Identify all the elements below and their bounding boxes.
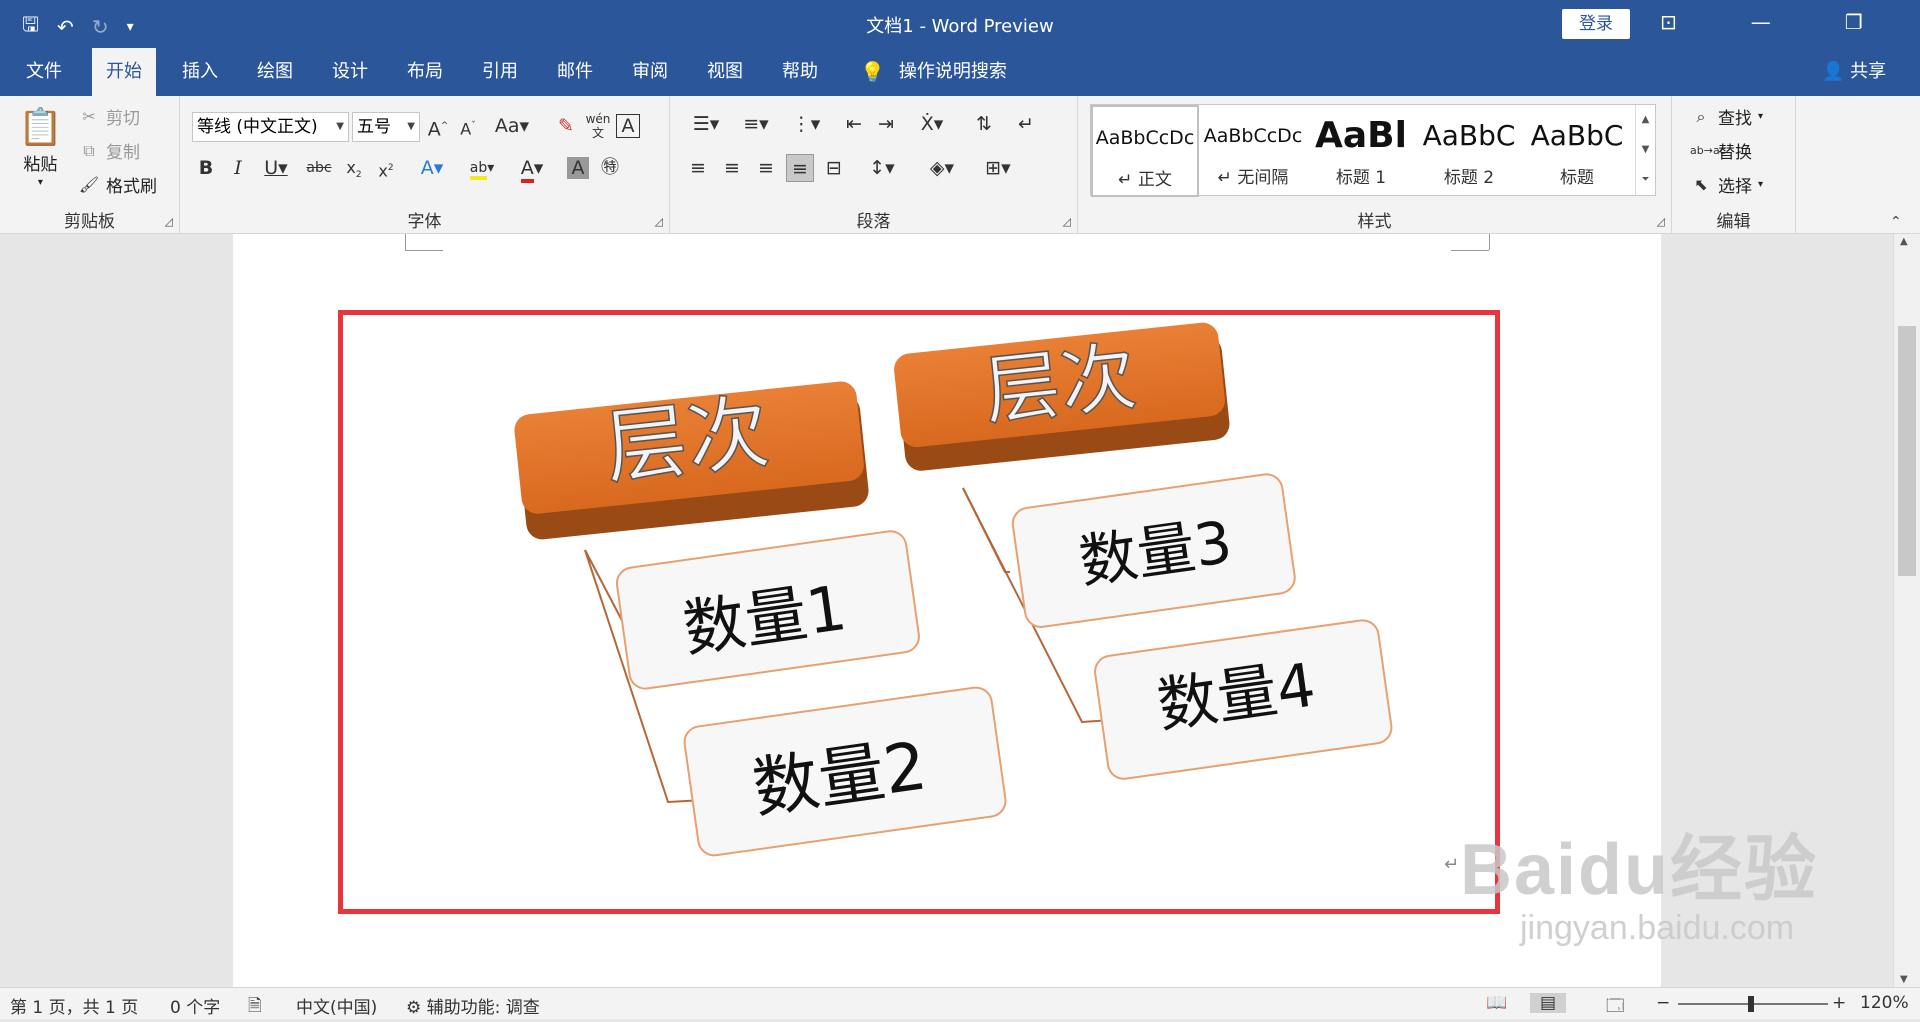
zoom-level[interactable]: 120% — [1860, 993, 1909, 1013]
web-layout-icon[interactable]: 🗔 — [1606, 993, 1624, 1022]
proofing-icon[interactable]: 🗎 — [248, 993, 262, 1022]
zoom-out-icon[interactable]: − — [1656, 993, 1670, 1013]
accessibility-status[interactable]: ⚙ 辅助功能: 调查 — [406, 993, 540, 1018]
watermark-brand: Baidu经验 — [1460, 830, 1819, 910]
print-layout-icon[interactable]: ▤ — [1530, 993, 1567, 1013]
zoom-in-icon[interactable]: + — [1832, 993, 1846, 1013]
scroll-thumb[interactable] — [1898, 326, 1916, 576]
highlight-frame — [338, 310, 1500, 914]
read-mode-icon[interactable]: 📖 — [1486, 993, 1507, 1013]
watermark: Baidu经验 jingyan.baidu.com — [1460, 810, 1818, 948]
word-count[interactable]: 0 个字 — [170, 993, 220, 1018]
scroll-up-icon[interactable]: ▲ — [1900, 236, 1908, 247]
scroll-down-icon[interactable]: ▼ — [1900, 974, 1908, 985]
accessibility-icon: ⚙ — [406, 998, 422, 1018]
accessibility-label: 辅助功能: 调查 — [426, 998, 540, 1018]
status-bar: 第 1 页，共 1 页 0 个字 🗎 中文(中国) ⚙ 辅助功能: 调查 📖 ▤… — [0, 987, 1920, 1019]
page-count[interactable]: 第 1 页，共 1 页 — [10, 993, 138, 1018]
language[interactable]: 中文(中国) — [296, 993, 377, 1018]
vertical-scrollbar[interactable]: ▲ ▼ — [1893, 234, 1920, 987]
watermark-url: jingyan.baidu.com — [1520, 909, 1795, 947]
zoom-slider-thumb[interactable] — [1748, 996, 1754, 1012]
